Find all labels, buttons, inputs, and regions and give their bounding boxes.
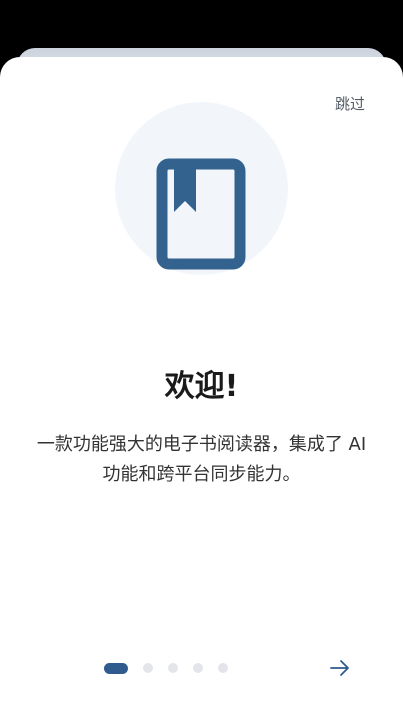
- page-dot-1[interactable]: [104, 662, 128, 674]
- page-dot-3[interactable]: [168, 663, 178, 673]
- page-dot-4[interactable]: [193, 663, 203, 673]
- page-dot-2[interactable]: [143, 663, 153, 673]
- arrow-right-icon[interactable]: [329, 658, 351, 678]
- page-indicator: [104, 661, 243, 675]
- hero-illustration: [115, 102, 288, 275]
- welcome-title: 欢迎!: [164, 369, 239, 404]
- onboarding-screen: 跳过 欢迎! 一款功能强大的电子书阅读器，集成了 AI 功能和跨平台同步能力。: [0, 0, 403, 718]
- page-dot-5[interactable]: [218, 663, 228, 673]
- welcome-description: 一款功能强大的电子书阅读器，集成了 AI 功能和跨平台同步能力。: [36, 434, 367, 485]
- onboarding-sheet: 跳过 欢迎! 一款功能强大的电子书阅读器，集成了 AI 功能和跨平台同步能力。: [0, 57, 403, 718]
- bookmarked-book-icon: [156, 158, 246, 270]
- skip-button[interactable]: 跳过: [335, 93, 365, 114]
